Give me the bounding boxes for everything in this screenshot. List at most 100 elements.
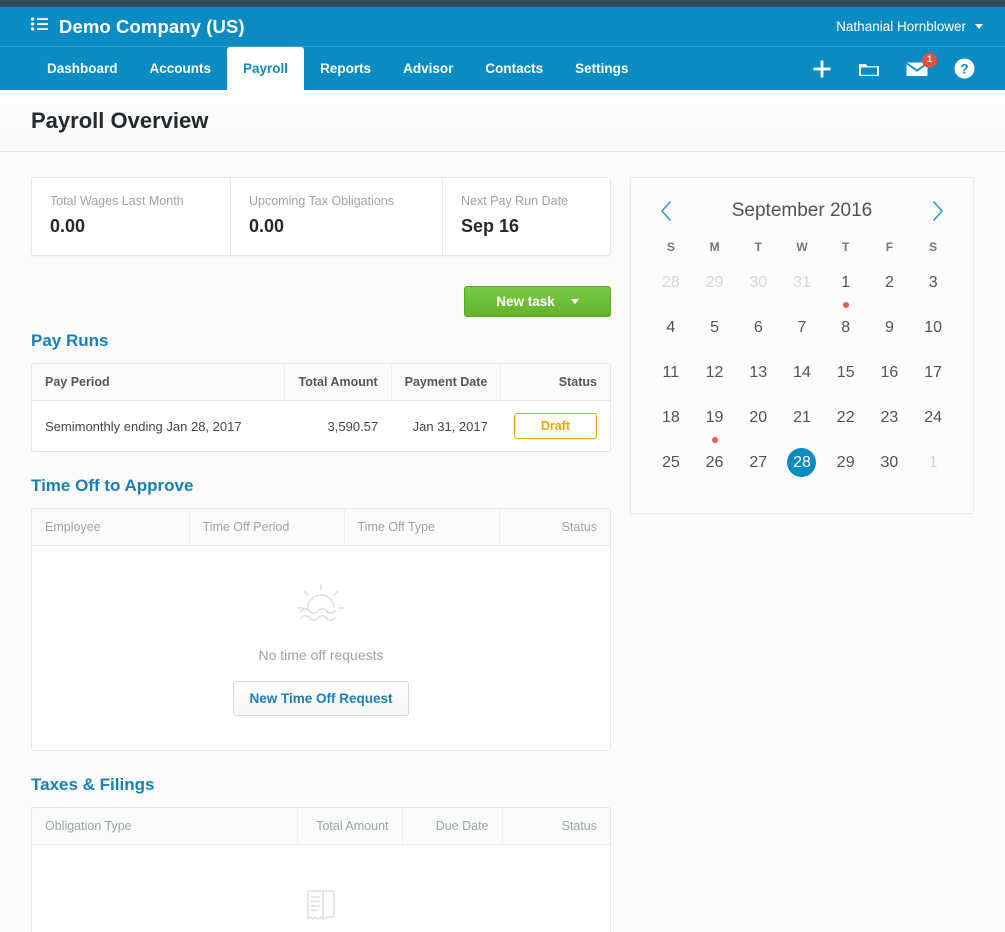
col-status[interactable]: Status bbox=[499, 509, 610, 546]
header-top-row: Demo Company (US) Nathanial Hornblower bbox=[0, 7, 1005, 46]
calendar-day-8[interactable]: 8 bbox=[824, 313, 868, 358]
nav-item-settings[interactable]: Settings bbox=[559, 47, 644, 90]
calendar-day-20[interactable]: 20 bbox=[736, 403, 780, 448]
col-time-off-type[interactable]: Time Off Type bbox=[344, 509, 500, 546]
col-total-amount[interactable]: Total Amount bbox=[297, 808, 403, 845]
calendar-day-number: 13 bbox=[749, 364, 768, 381]
col-due-date[interactable]: Due Date bbox=[402, 808, 503, 845]
calendar-day-number: 3 bbox=[928, 274, 938, 291]
calendar-day-14[interactable]: 14 bbox=[780, 358, 824, 403]
calendar-day-29[interactable]: 29 bbox=[693, 268, 737, 313]
calendar-day-27[interactable]: 27 bbox=[736, 448, 780, 493]
col-payment-date[interactable]: Payment Date bbox=[391, 364, 502, 401]
nav-item-advisor[interactable]: Advisor bbox=[387, 47, 469, 90]
calendar-day-6[interactable]: 6 bbox=[736, 313, 780, 358]
main-column: Total Wages Last Month 0.00 Upcoming Tax… bbox=[31, 177, 611, 932]
calendar-day-26[interactable]: 26 bbox=[693, 448, 737, 493]
col-obligation-type[interactable]: Obligation Type bbox=[32, 808, 298, 845]
calendar-header: September 2016 bbox=[649, 192, 955, 240]
nav-item-contacts[interactable]: Contacts bbox=[469, 47, 559, 90]
col-employee[interactable]: Employee bbox=[32, 509, 190, 546]
calendar-day-1[interactable]: 1 bbox=[911, 448, 955, 493]
calendar-day-3[interactable]: 3 bbox=[911, 268, 955, 313]
calendar-day-2[interactable]: 2 bbox=[868, 268, 912, 313]
plus-icon[interactable] bbox=[812, 59, 832, 79]
calendar-day-number: 22 bbox=[836, 409, 855, 426]
calendar-day-31[interactable]: 31 bbox=[780, 268, 824, 313]
calendar-event-dot bbox=[711, 437, 718, 443]
calendar-day-16[interactable]: 16 bbox=[868, 358, 912, 403]
calendar-day-21[interactable]: 21 bbox=[780, 403, 824, 448]
calendar-day-12[interactable]: 12 bbox=[693, 358, 737, 403]
calendar-day-number: 10 bbox=[924, 319, 943, 336]
calendar-day-28[interactable]: 28 bbox=[649, 268, 693, 313]
calendar-day-number: 30 bbox=[749, 274, 768, 291]
new-time-off-request-button[interactable]: New Time Off Request bbox=[233, 681, 409, 716]
calendar-day-30[interactable]: 30 bbox=[736, 268, 780, 313]
calendar-day-9[interactable]: 9 bbox=[868, 313, 912, 358]
chevron-down-icon bbox=[975, 24, 983, 29]
calendar-day-23[interactable]: 23 bbox=[868, 403, 912, 448]
calendar-day-number: 20 bbox=[749, 409, 768, 426]
calendar-day-10[interactable]: 10 bbox=[911, 313, 955, 358]
nav-item-payroll[interactable]: Payroll bbox=[227, 47, 305, 90]
calendar-day-7[interactable]: 7 bbox=[780, 313, 824, 358]
header-actions: 1 ? bbox=[812, 47, 983, 90]
nav-item-accounts[interactable]: Accounts bbox=[134, 47, 228, 90]
help-circle-icon[interactable]: ? bbox=[954, 58, 975, 79]
page-title: Payroll Overview bbox=[31, 107, 209, 133]
calendar-dow: T bbox=[754, 240, 762, 254]
calendar-day-number: 26 bbox=[705, 454, 724, 471]
calendar-day-11[interactable]: 11 bbox=[649, 358, 693, 403]
envelope-icon[interactable]: 1 bbox=[906, 52, 937, 77]
list-icon[interactable] bbox=[31, 17, 48, 36]
nav-item-reports[interactable]: Reports bbox=[304, 47, 387, 90]
time-off-empty-state: No time off requests New Time Off Reques… bbox=[32, 546, 610, 750]
new-task-button[interactable]: New task bbox=[464, 286, 611, 317]
calendar-day-13[interactable]: 13 bbox=[736, 358, 780, 403]
status-badge: Draft bbox=[513, 413, 597, 439]
pay-runs-table: Pay Period Total Amount Payment Date Sta… bbox=[32, 364, 610, 451]
calendar-day-18[interactable]: 18 bbox=[649, 403, 693, 448]
col-status[interactable]: Status bbox=[500, 364, 610, 401]
section-title-pay-runs: Pay Runs bbox=[31, 331, 109, 350]
calendar-day-24[interactable]: 24 bbox=[911, 403, 955, 448]
col-pay-period[interactable]: Pay Period bbox=[32, 364, 286, 401]
calendar-day-number: 29 bbox=[705, 274, 724, 291]
folder-icon[interactable] bbox=[858, 60, 880, 78]
calendar-day-29[interactable]: 29 bbox=[824, 448, 868, 493]
calendar-day-5[interactable]: 5 bbox=[693, 313, 737, 358]
table-header-row: Employee Time Off Period Time Off Type S… bbox=[32, 509, 610, 546]
calendar-day-15[interactable]: 15 bbox=[824, 358, 868, 403]
summary-card-value: 0.00 bbox=[50, 216, 86, 236]
calendar-day-4[interactable]: 4 bbox=[649, 313, 693, 358]
table-row[interactable]: Semimonthly ending Jan 28, 2017 3,590.57… bbox=[32, 401, 610, 452]
calendar-dow: S bbox=[929, 240, 938, 254]
calendar-widget: September 2016 S M T W T F S 28 29 30 31 1 2 3… bbox=[630, 177, 974, 514]
calendar-day-30[interactable]: 30 bbox=[868, 448, 912, 493]
calendar-day-19[interactable]: 19 bbox=[693, 403, 737, 448]
calendar-day-number: 9 bbox=[884, 319, 894, 336]
calendar-day-number: 28 bbox=[661, 274, 680, 291]
calendar-day-number: 17 bbox=[924, 364, 943, 381]
nav-item-dashboard[interactable]: Dashboard bbox=[31, 47, 134, 90]
calendar-day-22[interactable]: 22 bbox=[824, 403, 868, 448]
chevron-left-icon[interactable] bbox=[653, 198, 679, 224]
calendar-day-28[interactable]: 28 bbox=[780, 448, 824, 493]
calendar-day-25[interactable]: 25 bbox=[649, 448, 693, 493]
svg-text:?: ? bbox=[960, 61, 968, 76]
chevron-down-icon[interactable] bbox=[570, 299, 579, 304]
col-total-amount[interactable]: Total Amount bbox=[284, 364, 392, 401]
user-menu[interactable]: Nathanial Hornblower bbox=[836, 19, 983, 34]
table-header-row: Obligation Type Total Amount Due Date St… bbox=[32, 808, 610, 845]
calendar-day-1[interactable]: 1 bbox=[824, 268, 868, 313]
summary-card-label: Next Pay Run Date bbox=[461, 194, 568, 208]
brand[interactable]: Demo Company (US) bbox=[31, 16, 245, 38]
calendar-dow: S bbox=[666, 240, 675, 254]
chevron-right-icon[interactable] bbox=[925, 198, 951, 224]
col-status[interactable]: Status bbox=[502, 808, 610, 845]
calendar-day-17[interactable]: 17 bbox=[911, 358, 955, 403]
col-time-off-period[interactable]: Time Off Period bbox=[189, 509, 345, 546]
cell-total-amount: 3,590.57 bbox=[327, 418, 379, 434]
calendar-grid: S M T W T F S 28 29 30 31 1 2 3 4 5 6 7 8 9 10 11 12 13 1… bbox=[649, 240, 955, 493]
